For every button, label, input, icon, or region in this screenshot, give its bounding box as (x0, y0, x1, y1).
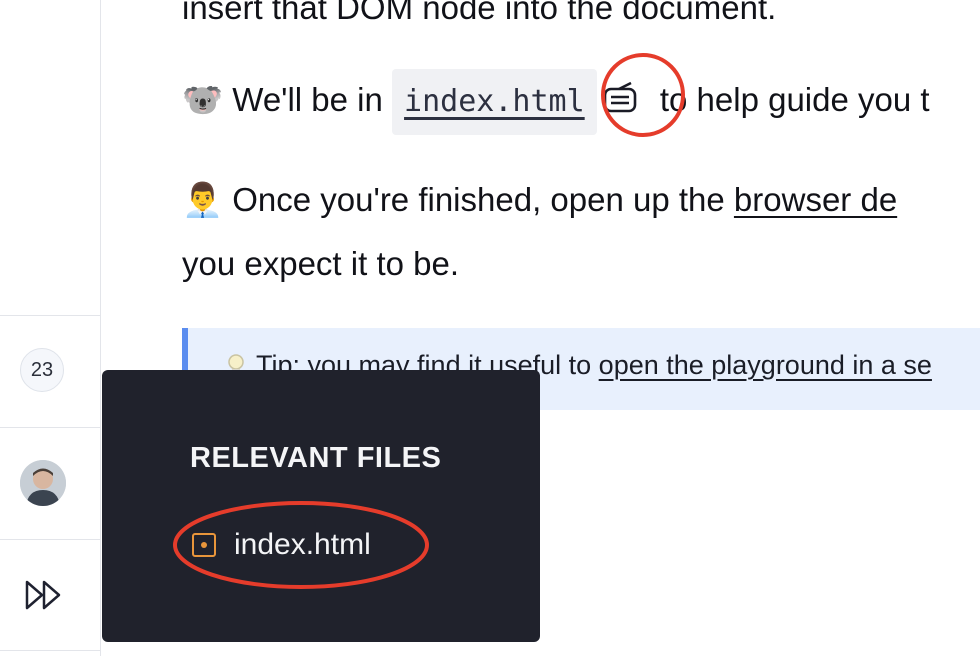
popover-title: RELEVANT FILES (190, 442, 442, 474)
para1-text-before: We'll be in (232, 81, 383, 118)
rail-divider (0, 539, 100, 540)
open-playground-link[interactable]: open the playground in a se (599, 350, 932, 380)
rail-divider (0, 315, 100, 316)
rail-divider (0, 427, 100, 428)
fast-forward-icon[interactable] (24, 578, 64, 612)
rail-divider (0, 650, 100, 651)
comment-count-badge[interactable]: 23 (20, 348, 64, 392)
file-icon (192, 533, 216, 557)
para1-text-after: to help guide you t (659, 81, 930, 118)
avatar[interactable] (20, 460, 66, 506)
paragraph-line2: you expect it to be. (182, 245, 460, 282)
koala-emoji: 🐨 (182, 80, 224, 119)
relevant-file-name[interactable]: index.html (234, 528, 371, 562)
left-rail: 23 (0, 0, 101, 656)
paragraph-koala: 🐨 We'll be in index.html to help guide y… (182, 68, 930, 136)
browser-devtools-link[interactable]: browser de (734, 181, 897, 218)
para2-text-before: Once you're finished, open up the (232, 181, 725, 218)
relevant-file-item[interactable]: index.html (192, 528, 371, 562)
file-stack-icon[interactable] (597, 75, 651, 129)
code-file-link[interactable]: index.html (392, 69, 597, 136)
businessman-emoji: 👨‍💼 (182, 180, 224, 219)
paragraph-top: insert that DOM node into the document. (182, 0, 777, 26)
paragraph-businessman: 👨‍💼 Once you're finished, open up the br… (182, 168, 897, 232)
relevant-files-popover: RELEVANT FILES index.html (102, 370, 540, 642)
